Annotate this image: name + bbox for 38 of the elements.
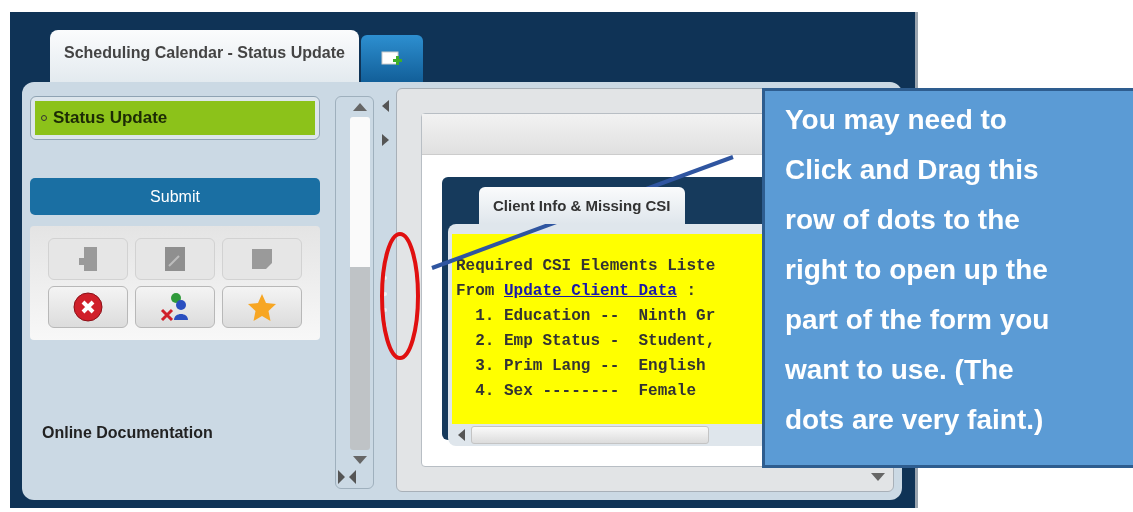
cancel-icon [73, 292, 103, 322]
info-line: 4. Sex -------- Female [474, 382, 697, 400]
info-line: Required CSI Elements Liste [456, 257, 716, 275]
info-line: 3. Prim Lang -- English [474, 357, 706, 375]
info-text: : [685, 282, 697, 300]
new-tab-button[interactable] [360, 35, 423, 82]
collapse-icon [338, 470, 356, 484]
tool-button[interactable] [135, 286, 215, 328]
callout-text: Click and Drag this [785, 153, 1039, 187]
callout-text: row of dots to the [785, 203, 1020, 237]
star-icon [247, 293, 277, 321]
callout-text: part of the form you [785, 303, 1050, 337]
tab[interactable]: Client Info & Missing CSI [479, 187, 685, 224]
update-link[interactable]: Update Client Data [504, 282, 677, 300]
people-remove-icon [160, 292, 190, 322]
submit-button[interactable]: Submit [30, 178, 320, 215]
right-arrow-icon[interactable] [381, 134, 389, 146]
scrollbar[interactable] [335, 96, 375, 489]
callout-text: right to open up the [785, 253, 1048, 287]
down-arrow-icon [353, 456, 368, 464]
documentation-link[interactable]: Online Documentation [42, 424, 213, 442]
edit-icon [163, 246, 187, 272]
down-arrow-icon[interactable] [871, 473, 885, 481]
info-line: From [456, 282, 496, 300]
tab[interactable]: Scheduling Calendar - Status Update [50, 30, 359, 82]
info-line: 1. Education -- Ninth Gr [474, 307, 716, 325]
tool-button[interactable] [48, 286, 128, 328]
callout-text: You may need to [785, 103, 1007, 137]
left-arrow-icon [458, 429, 465, 441]
left-arrow-icon[interactable] [381, 100, 389, 112]
up-arrow-icon [353, 103, 368, 111]
nav-item[interactable]: Status Update [35, 101, 315, 135]
splitter-handle[interactable] [382, 274, 389, 330]
callout-text: want to use. (The [785, 353, 1014, 387]
page-icon [77, 246, 99, 272]
note-icon [251, 248, 273, 270]
info-line: 2. Emp Status - Student, [474, 332, 716, 350]
callout-text: dots are very faint.) [785, 403, 1044, 437]
